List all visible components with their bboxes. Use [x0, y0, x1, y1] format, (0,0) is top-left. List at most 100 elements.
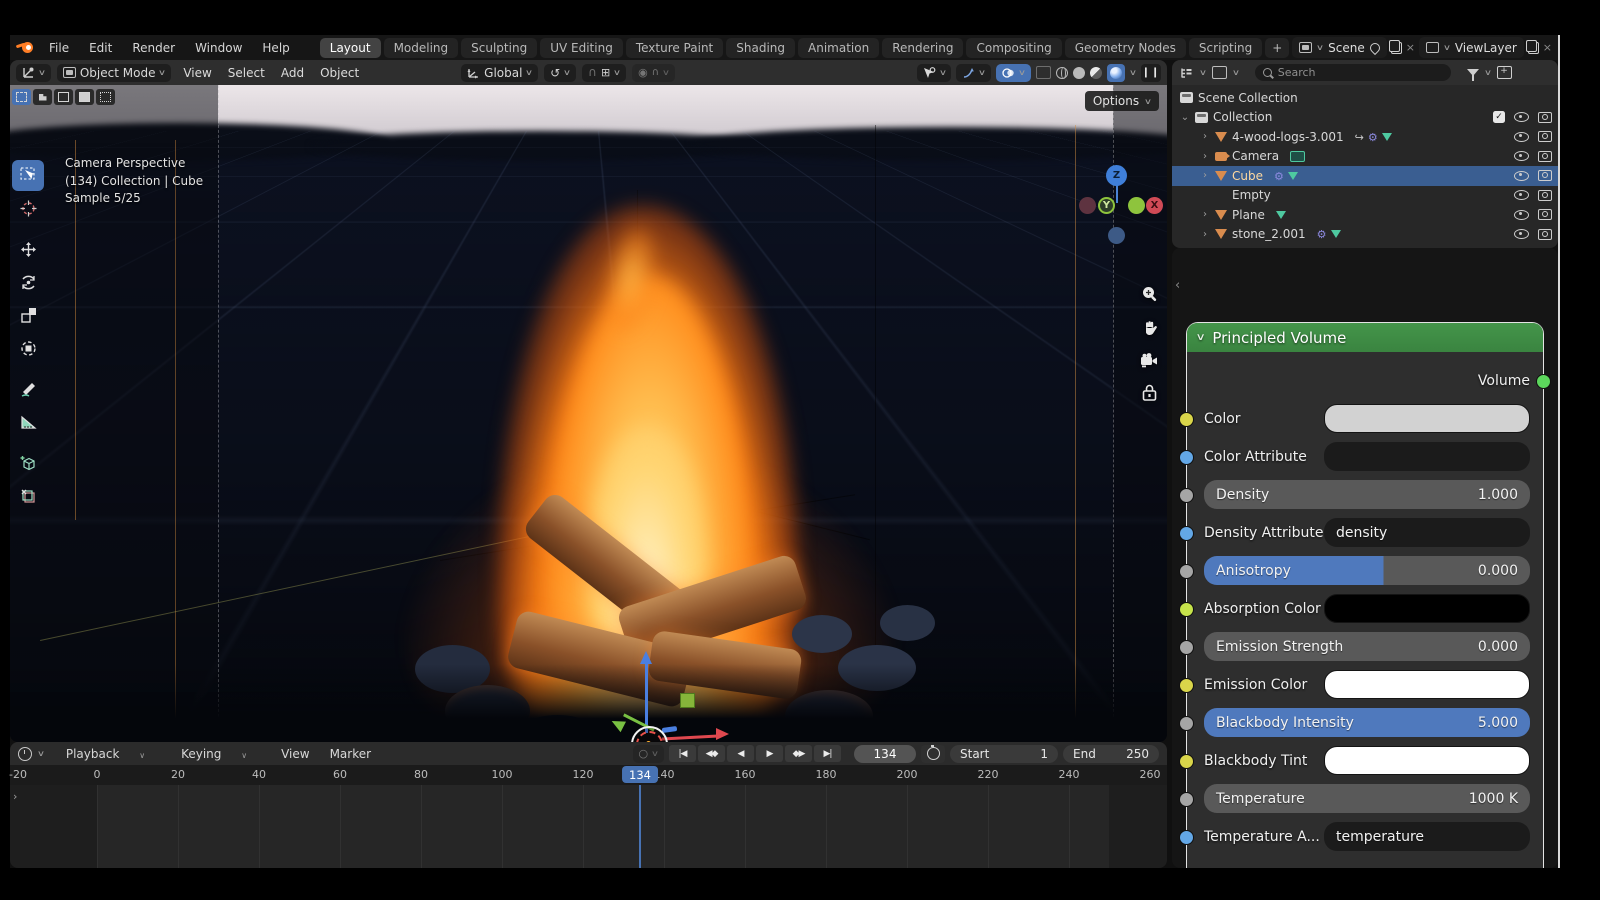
collection-checkbox[interactable]: ✓	[1493, 111, 1505, 123]
disable-render-icon[interactable]	[1538, 112, 1552, 123]
param-widget[interactable]	[1324, 404, 1530, 433]
chevron-down-icon[interactable]: ∨	[1484, 68, 1492, 77]
shading-solid-icon[interactable]	[1073, 67, 1085, 79]
hide-viewport-icon[interactable]	[1514, 132, 1529, 142]
expand-arrow[interactable]: ›	[1200, 170, 1210, 181]
axis-y-ball[interactable]: Y	[1098, 197, 1115, 214]
editor-type-selector[interactable]: ∨	[16, 64, 51, 82]
workspace-tab[interactable]: Layout	[320, 38, 381, 58]
object-name[interactable]: Cube	[1232, 169, 1263, 183]
gizmo-x-arrow[interactable]	[716, 728, 729, 740]
proportional-editing[interactable]: ◉ ∩ ∨	[632, 64, 675, 82]
outliner-object-row[interactable]: › Plane	[1172, 205, 1558, 225]
input-socket[interactable]	[1179, 526, 1194, 541]
input-socket[interactable]	[1179, 412, 1194, 427]
workspace-tab[interactable]: Compositing	[966, 38, 1061, 58]
param-widget[interactable]: Temperature 1000 K	[1204, 784, 1530, 813]
viewlayer-selector[interactable]: ∨ ViewLayer	[1419, 37, 1524, 58]
workspace-tab[interactable]: Rendering	[882, 38, 963, 58]
param-widget[interactable]	[1324, 442, 1530, 471]
param-widget[interactable]: Blackbody Intensity 5.000	[1204, 708, 1530, 737]
3d-viewport[interactable]: Camera Perspective(134) Collection | Cub…	[10, 85, 1167, 742]
use-preview-range-toggle[interactable]	[921, 745, 945, 763]
tool-annotate[interactable]	[12, 374, 44, 405]
collapse-chevron-icon[interactable]: ∨	[1196, 332, 1206, 343]
select-mode-subtract[interactable]	[54, 89, 73, 105]
xray-toggle-icon[interactable]	[1036, 66, 1051, 79]
input-socket[interactable]	[1179, 450, 1194, 465]
outliner-editor-icon[interactable]	[1180, 67, 1194, 79]
workspace-tab[interactable]: +	[1265, 38, 1289, 58]
channel-expander-icon[interactable]: ›	[13, 790, 17, 803]
navigation-gizmo[interactable]: Z Y X	[1072, 157, 1162, 287]
node-header[interactable]: ∨ Principled Volume	[1187, 323, 1543, 352]
tool-select-box[interactable]	[12, 160, 44, 191]
new-collection-icon[interactable]: +	[1497, 66, 1512, 79]
disable-render-icon[interactable]	[1538, 151, 1552, 162]
param-widget[interactable]: density	[1324, 518, 1530, 547]
object-visibility-toggle[interactable]: ∨	[917, 64, 952, 82]
axis-neg-y-ball[interactable]	[1128, 197, 1145, 214]
input-socket[interactable]	[1179, 716, 1194, 731]
expand-arrow[interactable]: ›	[1200, 209, 1210, 220]
tool-transform[interactable]	[12, 333, 44, 364]
tool-scale[interactable]	[12, 300, 44, 331]
principled-volume-node[interactable]: ∨ Principled Volume Volume Color	[1186, 322, 1544, 868]
timeline-editor-icon[interactable]	[18, 747, 32, 761]
disable-render-icon[interactable]	[1538, 131, 1552, 142]
param-widget[interactable]	[1324, 670, 1530, 699]
lock-icon[interactable]	[1142, 384, 1157, 401]
param-widget[interactable]	[1324, 746, 1530, 775]
menu-item[interactable]: Window	[187, 39, 250, 57]
timeline-menu-item[interactable]: Marker	[322, 745, 379, 763]
object-name[interactable]: Plane	[1232, 208, 1265, 222]
expand-arrow[interactable]: ›	[1200, 131, 1210, 142]
frame-start-field[interactable]: Start 1	[950, 745, 1058, 763]
tool-move[interactable]	[12, 234, 44, 265]
workspace-tab[interactable]: Texture Paint	[626, 38, 723, 58]
tool-cursor[interactable]	[12, 193, 44, 224]
axis-z-ball[interactable]: Z	[1106, 165, 1127, 186]
tool-measure[interactable]	[12, 407, 44, 438]
menu-item[interactable]: Render	[124, 39, 183, 57]
close-icon[interactable]: ×	[1406, 41, 1415, 54]
frame-end-field[interactable]: End 250	[1063, 745, 1159, 763]
pause-button[interactable]: ❙❙	[1141, 64, 1161, 82]
gizmo-plane-handle[interactable]	[680, 693, 695, 708]
playback-button[interactable]: ▶	[756, 745, 783, 762]
gizmo-z-axis[interactable]	[645, 663, 648, 733]
snapping-controls[interactable]: ∪ ⊞ ∨	[582, 64, 626, 82]
shading-wireframe-icon[interactable]	[1056, 67, 1068, 79]
select-mode-intersect[interactable]	[96, 89, 115, 105]
outliner-object-row[interactable]: › Cube	[1172, 166, 1558, 186]
tool-add-cube[interactable]	[12, 448, 44, 479]
object-name[interactable]: 4-wood-logs-3.001	[1232, 130, 1344, 144]
display-mode-icon[interactable]	[1212, 66, 1227, 79]
workspace-tab[interactable]: Animation	[798, 38, 879, 58]
timeline-ruler[interactable]: 134 -20020406080100120140160180200220240…	[10, 765, 1167, 785]
expand-arrow[interactable]: ⌄	[1180, 112, 1190, 123]
timeline-menu-item[interactable]: View	[273, 745, 317, 763]
filter-funnel-icon[interactable]	[1467, 69, 1479, 76]
object-name[interactable]: Empty	[1232, 188, 1271, 202]
shading-material-icon[interactable]	[1090, 67, 1102, 79]
gizmo-z-arrow[interactable]	[640, 651, 652, 664]
hide-viewport-icon[interactable]	[1514, 112, 1529, 122]
input-socket[interactable]	[1179, 488, 1194, 503]
close-icon[interactable]: ×	[1543, 41, 1552, 54]
playback-button[interactable]: ◆▶	[785, 745, 812, 762]
hide-viewport-icon[interactable]	[1514, 210, 1529, 220]
param-widget[interactable]: temperature	[1324, 822, 1530, 851]
overlays-toggle[interactable]: ∨	[996, 64, 1031, 82]
menu-item[interactable]: Help	[254, 39, 297, 57]
viewport-menu-item[interactable]: Object	[314, 64, 365, 82]
scene-selector[interactable]: ∨ Scene	[1292, 37, 1386, 58]
timeline-menu-dropdown[interactable]: Playback ∨	[50, 745, 161, 763]
outliner-object-row[interactable]: Empty	[1172, 186, 1558, 206]
transform-orientation[interactable]: Global ∨	[461, 64, 538, 82]
playhead-frame-badge[interactable]: 134	[622, 766, 658, 783]
outliner-object-row[interactable]: › 4-wood-logs-3.001	[1172, 127, 1558, 147]
collection-row[interactable]: ⌄ Collection ✓	[1172, 108, 1558, 128]
select-mode-new[interactable]	[12, 89, 31, 105]
options-dropdown[interactable]: Options ∨	[1085, 91, 1159, 111]
